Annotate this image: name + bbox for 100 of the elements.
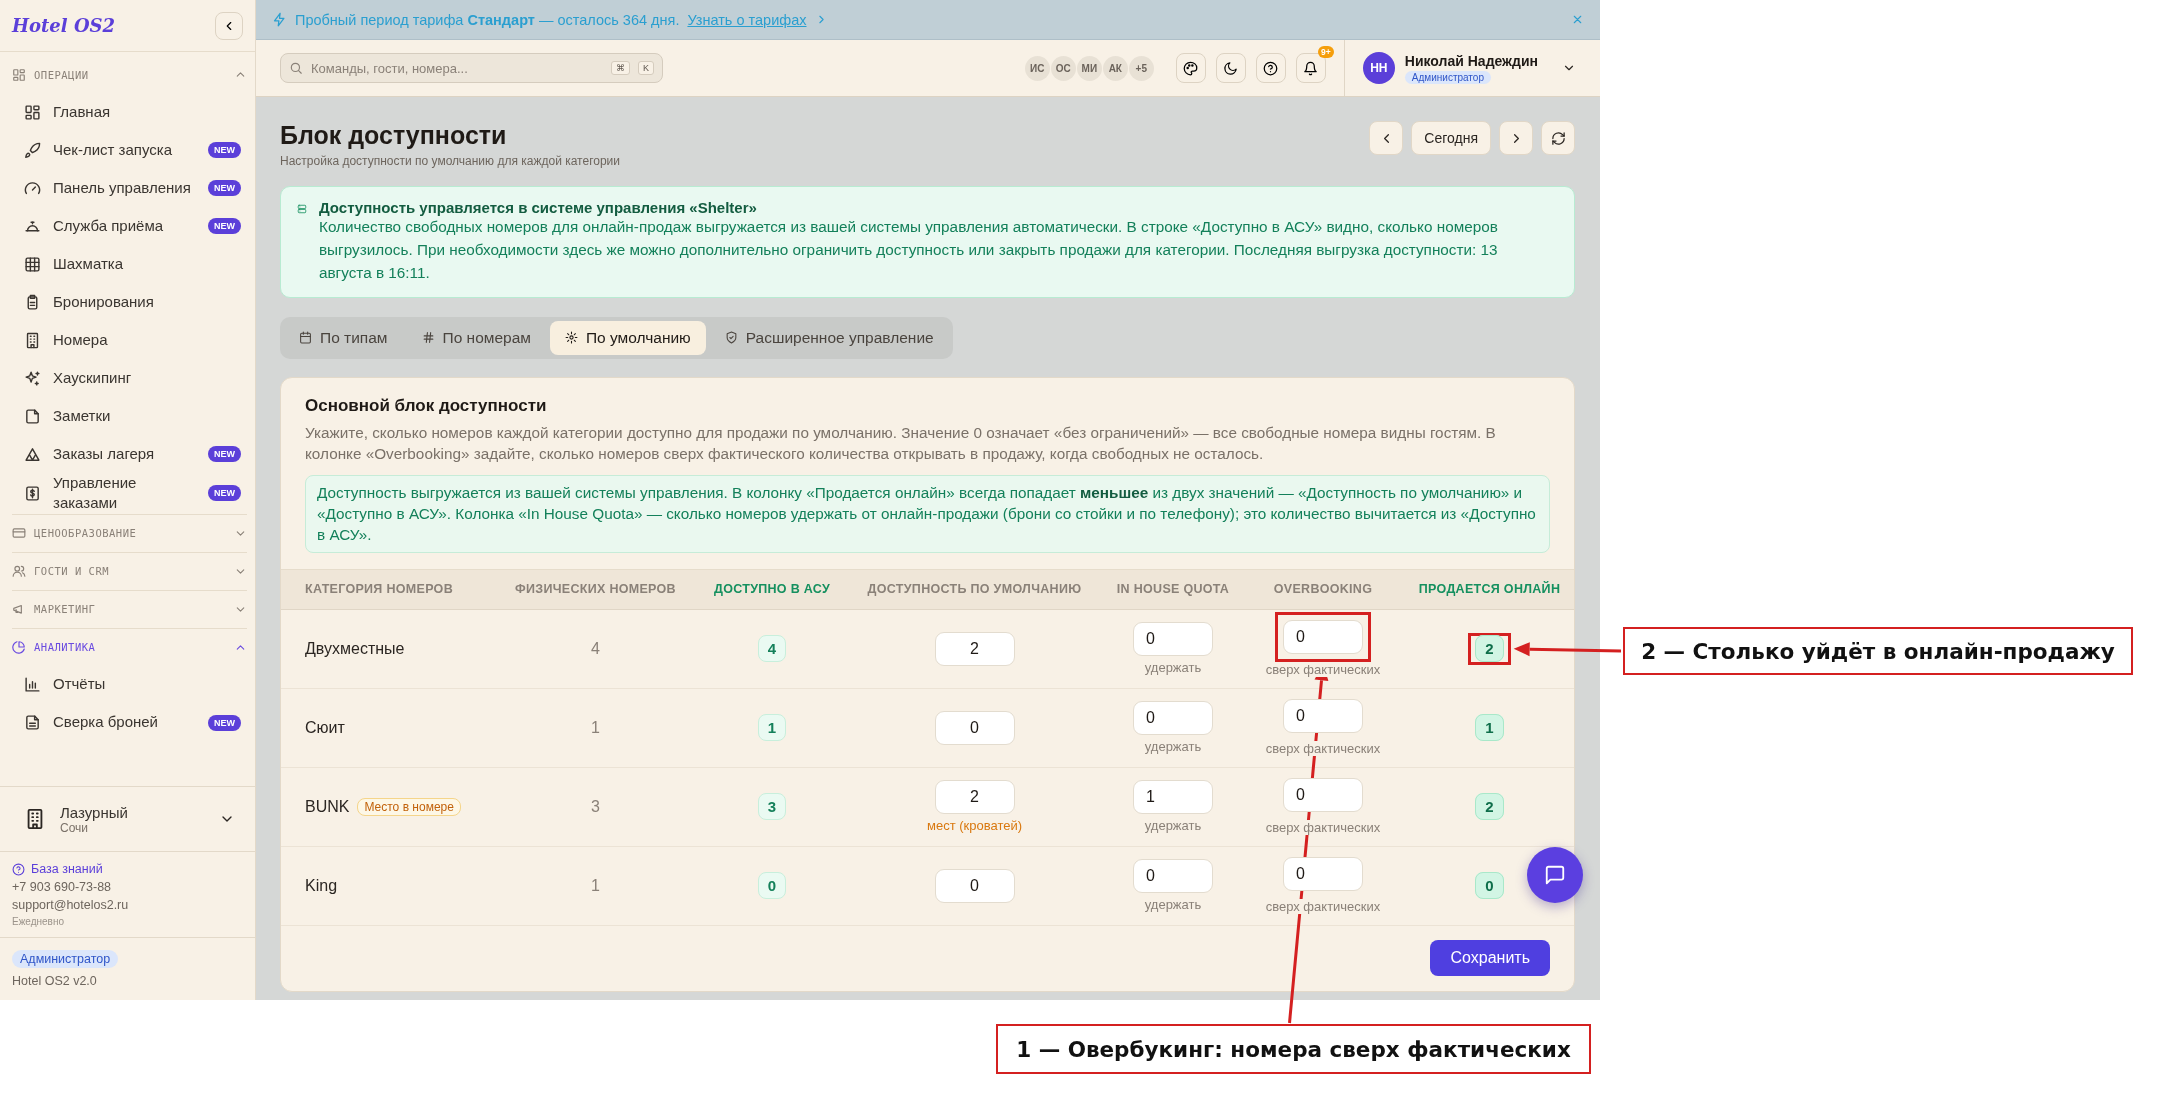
chat-icon: [1544, 864, 1566, 886]
sidebar-item[interactable]: Управление заказами NEW: [12, 473, 247, 514]
today-button[interactable]: Сегодня: [1411, 121, 1491, 155]
refresh-button[interactable]: [1541, 121, 1575, 155]
key-hint: ⌘: [611, 61, 630, 75]
tab[interactable]: По номерам: [406, 320, 546, 355]
column-header: ДОСТУПНО В АСУ: [713, 582, 831, 597]
number-input[interactable]: 0: [1283, 778, 1363, 813]
tab[interactable]: По типам: [284, 320, 403, 355]
hotel-switcher[interactable]: Лазурный Сочи: [0, 786, 255, 852]
new-badge: NEW: [208, 218, 241, 234]
role-badge: Администратор: [1404, 70, 1491, 84]
grid-icon: [12, 67, 26, 82]
search-field[interactable]: Команды, гости, номера... ⌘ K: [280, 53, 663, 83]
count-badge: 0: [1475, 871, 1504, 899]
key-hint: K: [638, 61, 654, 75]
tab[interactable]: Расширенное управление: [709, 320, 949, 355]
sidebar-item[interactable]: Бронирования: [12, 283, 247, 321]
sparkles-icon: [24, 369, 41, 387]
number-input[interactable]: 1: [1133, 780, 1213, 815]
moon-icon: [1223, 60, 1239, 76]
help-button[interactable]: [1255, 53, 1286, 83]
user-avatar[interactable]: ОС: [1050, 55, 1076, 81]
role-badge: Администратор: [12, 950, 119, 968]
help-link[interactable]: База знаний: [12, 862, 243, 876]
shield-icon: [724, 331, 738, 345]
info-note: Доступность выгружается из вашей системы управления. В колонку «Продается онлайн» всегда попадает меньшее из двух значений — «Доступность по умолчанию» и «Доступно в АСУ». Колонка «In House Quota» — сколько номеров удержать от онлайн-продажи (брони со стойки и по телефону); это количество вычитается из «Доступно в АСУ».: [305, 474, 1550, 553]
grid-icon: [24, 103, 41, 121]
help-icon: [1263, 60, 1279, 76]
dark-mode-button[interactable]: [1215, 53, 1246, 83]
category-name: BUNK: [305, 797, 350, 816]
sidebar-item[interactable]: Отчёты: [12, 665, 247, 704]
number-input[interactable]: 0: [1133, 859, 1213, 894]
number-input[interactable]: 2: [934, 631, 1015, 666]
count-badge: 4: [757, 635, 787, 663]
new-badge: NEW: [208, 142, 241, 158]
number-input[interactable]: 0: [1133, 622, 1213, 657]
sidebar-item[interactable]: Номера: [12, 321, 247, 359]
category-name: King: [305, 876, 338, 895]
sidebar-item[interactable]: Заказы лагеря NEW: [12, 435, 247, 473]
number-input[interactable]: 0: [1133, 701, 1213, 736]
table-cell: 1: [591, 876, 600, 895]
field-hint: сверх фактических: [1265, 820, 1381, 836]
category-name: Сюит: [305, 718, 345, 737]
help-icon: [12, 862, 25, 876]
support-hours: Ежедневно: [12, 916, 66, 927]
section-header[interactable]: АНАЛИТИКА: [12, 628, 247, 666]
page-title: Блок доступности: [280, 121, 508, 150]
lightning-icon: [272, 12, 287, 27]
column-header: OVERBOOKING: [1272, 582, 1374, 597]
user-avatar[interactable]: МИ: [1076, 55, 1102, 81]
bell-icon: [1303, 60, 1319, 76]
app-version: Hotel OS2 v2.0: [12, 974, 97, 988]
tab[interactable]: По умолчанию: [549, 320, 706, 355]
credit-card-icon: [12, 526, 26, 540]
sidebar-item[interactable]: Главная: [12, 93, 247, 131]
table-cell: 1: [591, 718, 600, 737]
number-input[interactable]: 0: [1283, 620, 1363, 655]
banner-text: Пробный период тарифа Стандарт — осталось 364 дня.: [295, 11, 680, 28]
calendar-icon: [299, 331, 312, 345]
sidebar-item[interactable]: Заметки: [12, 397, 247, 435]
card-title: Основной блок доступности: [305, 395, 548, 416]
theme-button[interactable]: [1175, 53, 1206, 83]
number-input[interactable]: 0: [1283, 699, 1363, 734]
field-hint: сверх фактических: [1265, 662, 1381, 678]
column-header: КАТЕГОРИЯ НОМЕРОВ: [304, 582, 454, 597]
column-header: IN HOUSE QUOTA: [1115, 582, 1231, 597]
sidebar-item[interactable]: Служба приёма NEW: [12, 207, 247, 245]
number-input[interactable]: 0: [1283, 857, 1363, 892]
notification-count: 9+: [1318, 46, 1334, 58]
user-avatar[interactable]: АК: [1102, 55, 1128, 81]
user-avatar[interactable]: НН: [1362, 52, 1395, 84]
email-address: support@hotelos2.ru: [12, 898, 130, 912]
document-icon: [24, 714, 41, 731]
callout-text: Количество свободных номеров для онлайн-продаж выгружается из вашей системы управления автоматически. В строке «Доступно в АСУ» видно, сколько номеров выгрузилось. При необходимости здесь же можно дополнительно ограничить доступность или закрыть продажи для категории. Последняя выгрузка доступности: 13 августа в 16:11.: [318, 217, 1499, 283]
notifications-button[interactable]: [1295, 53, 1326, 83]
sidebar-item[interactable]: Хаускипинг: [12, 359, 247, 397]
sidebar-item[interactable]: Чек-лист запуска NEW: [12, 131, 247, 169]
card-description: Укажите, сколько номеров каждой категории доступно для продажи по умолчанию. Значение 0 означает «без ограничений» — все свободные номера видны гостям. В колонке «Overbooking» задайте, сколько номеров сверх фактического количества открывать в продажу, когда свободных не осталось.: [305, 422, 1497, 465]
save-button[interactable]: Сохранить: [1430, 940, 1550, 977]
more-avatars[interactable]: +5: [1128, 55, 1154, 81]
palette-icon: [1183, 60, 1199, 76]
category-name: Двухместные: [305, 639, 405, 658]
section-header[interactable]: ГОСТИ И CRM: [12, 552, 247, 590]
number-input[interactable]: 0: [934, 710, 1015, 745]
sidebar-item[interactable]: Сверка броней NEW: [12, 703, 247, 742]
page-subtitle: Настройка доступности по умолчанию для каждой категории: [280, 154, 620, 168]
note-icon: [24, 407, 41, 425]
number-input[interactable]: 0: [934, 868, 1015, 903]
user-avatar[interactable]: ИС: [1024, 55, 1050, 81]
search-icon: [289, 61, 303, 75]
field-hint: мест (кроватей): [926, 818, 1022, 834]
number-input[interactable]: 2: [934, 780, 1015, 815]
hash-icon: [421, 331, 435, 345]
table-cell: 3: [591, 797, 600, 816]
sidebar-item[interactable]: Шахматка: [12, 245, 247, 283]
column-header: ДОСТУПНОСТЬ ПО УМОЛЧАНИЮ: [866, 582, 1083, 597]
annotation-label: 1 — Овербукинг: номера сверх фактических: [996, 1024, 1591, 1074]
table-cell: 4: [591, 639, 600, 658]
sidebar-item[interactable]: Панель управления NEW: [12, 169, 247, 207]
